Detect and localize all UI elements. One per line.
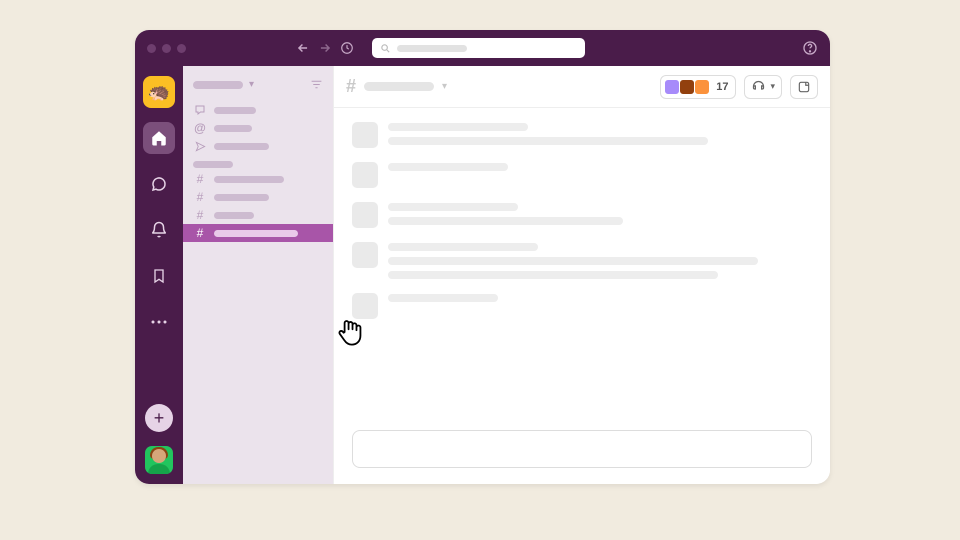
forward-button[interactable] (318, 41, 332, 55)
member-avatar (664, 79, 680, 95)
sidebar-channel-item[interactable]: # (183, 188, 333, 206)
hash-icon: # (193, 208, 207, 222)
user-avatar[interactable] (145, 446, 173, 474)
hash-icon: # (193, 172, 207, 186)
channel-view: # ▾ 17 ▾ (333, 66, 830, 484)
maximize-icon[interactable] (177, 44, 186, 53)
help-button[interactable] (802, 40, 818, 56)
channel-name[interactable] (364, 82, 434, 91)
plus-icon: + (154, 408, 165, 429)
titlebar (135, 30, 830, 66)
message-text-line (388, 294, 498, 302)
hash-icon: # (346, 76, 356, 97)
hash-icon: # (193, 226, 207, 240)
minimize-icon[interactable] (162, 44, 171, 53)
message-avatar (352, 242, 378, 268)
sidebar-nav-item[interactable]: @ (183, 119, 333, 137)
create-button[interactable]: + (145, 404, 173, 432)
message-avatar (352, 293, 378, 319)
rail-more[interactable] (143, 306, 175, 338)
message-icon (193, 104, 207, 116)
rail-dms[interactable] (143, 168, 175, 200)
history-nav (296, 41, 354, 55)
message-composer[interactable] (352, 430, 812, 468)
workspace-icon: 🦔 (148, 82, 170, 103)
message-list (334, 108, 830, 420)
message-item[interactable] (352, 242, 812, 279)
channel-label (214, 176, 284, 183)
filter-button[interactable] (310, 78, 323, 91)
message-item[interactable] (352, 122, 812, 148)
rail-activity[interactable] (143, 214, 175, 246)
huddle-button[interactable]: ▾ (744, 75, 782, 99)
message-text-line (388, 163, 508, 171)
channel-sidebar: ▾ @ # # # # (183, 66, 333, 484)
rail-later[interactable] (143, 260, 175, 292)
message-avatar (352, 162, 378, 188)
message-text-line (388, 123, 528, 131)
rail-home[interactable] (143, 122, 175, 154)
sidebar-channel-item[interactable]: # (183, 224, 333, 242)
member-avatar (694, 79, 710, 95)
channel-label (214, 194, 269, 201)
chevron-down-icon: ▾ (770, 81, 775, 92)
search-input[interactable] (372, 38, 585, 58)
message-text-line (388, 271, 718, 279)
mention-icon: @ (193, 121, 207, 135)
canvas-button[interactable] (790, 75, 818, 99)
message-text-line (388, 243, 538, 251)
message-avatar (352, 202, 378, 228)
search-icon (380, 43, 391, 54)
message-text-line (388, 137, 708, 145)
message-item[interactable] (352, 162, 812, 188)
sidebar-item-label (214, 107, 256, 114)
members-button[interactable]: 17 (660, 75, 736, 99)
channels-section-header[interactable] (183, 155, 333, 170)
hash-icon: # (193, 190, 207, 204)
search-placeholder (397, 45, 467, 52)
close-icon[interactable] (147, 44, 156, 53)
chevron-down-icon: ▾ (249, 79, 254, 90)
message-item[interactable] (352, 293, 812, 319)
message-text-line (388, 257, 758, 265)
message-text-line (388, 217, 623, 225)
back-button[interactable] (296, 41, 310, 55)
member-avatar (679, 79, 695, 95)
history-button[interactable] (340, 41, 354, 55)
message-text-line (388, 203, 518, 211)
message-avatar (352, 122, 378, 148)
sidebar-channel-item[interactable]: # (183, 206, 333, 224)
sidebar-nav-item[interactable] (183, 137, 333, 155)
window-controls[interactable] (147, 44, 186, 53)
sidebar-item-label (214, 143, 269, 150)
workspace-switcher[interactable]: 🦔 (143, 76, 175, 108)
message-item[interactable] (352, 202, 812, 228)
workspace-rail: 🦔 + (135, 66, 183, 484)
sidebar-item-label (214, 125, 252, 132)
workspace-name[interactable] (193, 81, 243, 89)
chevron-down-icon[interactable]: ▾ (442, 81, 447, 92)
channel-label (214, 212, 254, 219)
member-count: 17 (716, 81, 728, 93)
channel-label (214, 230, 298, 237)
sidebar-channel-item[interactable]: # (183, 170, 333, 188)
channel-header: # ▾ 17 ▾ (334, 66, 830, 108)
app-window: 🦔 + (135, 30, 830, 484)
sidebar-nav-item[interactable] (183, 101, 333, 119)
send-icon (193, 141, 207, 152)
